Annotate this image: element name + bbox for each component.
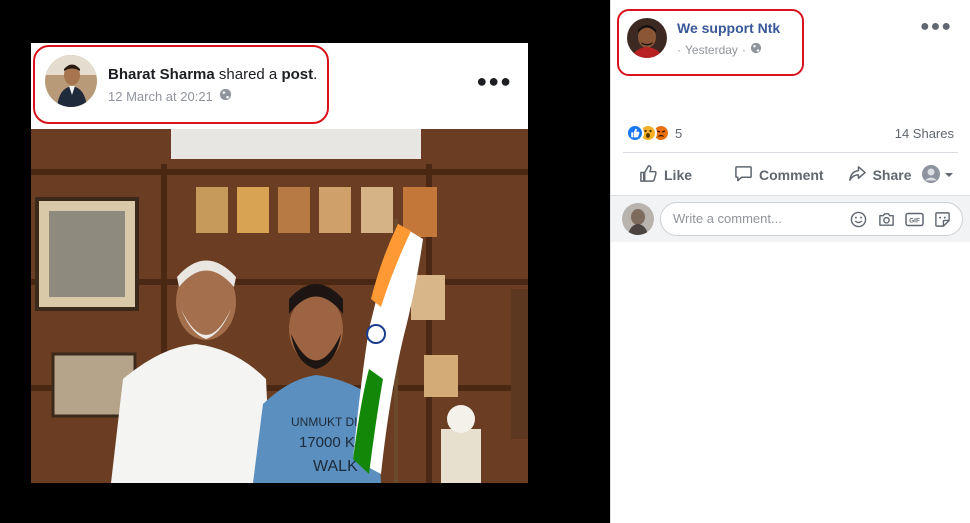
page-avatar[interactable] [627,18,667,58]
post-timestamp[interactable]: Yesterday [685,43,738,57]
comment-field[interactable]: GIF [660,202,963,236]
comment-composer: GIF [611,196,970,242]
title-punctuation: . [313,66,318,83]
share-button[interactable]: Share [848,164,912,186]
comment-input[interactable] [673,211,843,226]
meta-separator: · [677,42,681,57]
viewer-avatar [922,164,940,186]
globe-icon [750,42,762,57]
globe-icon [219,88,232,104]
reaction-count[interactable]: 5 [675,126,682,141]
share-icon [848,164,867,186]
post-as-selector[interactable] [922,164,954,186]
emoji-icon[interactable] [849,210,868,229]
shared-post-card: Bharat Sharma shared a post. 12 March at… [31,43,528,483]
chevron-down-icon [944,167,954,183]
camera-icon[interactable] [877,210,896,229]
thumbs-up-icon [639,164,658,186]
like-label: Like [664,167,693,183]
reactions-summary[interactable]: 5 [626,124,682,142]
author-avatar[interactable] [45,55,97,107]
shared-photo[interactable]: UNMUKT DIWA 17000 KM WALK [31,129,528,483]
more-options-icon[interactable]: ●●● [920,18,952,36]
comment-button[interactable]: Comment [734,164,824,186]
comment-tools: GIF [849,210,952,229]
comment-label: Comment [759,167,824,183]
shares-count[interactable]: 14 Shares [895,126,954,141]
shared-post-meta: 12 March at 20:21 [108,88,232,104]
meta-separator: · [741,42,746,57]
sticker-icon[interactable] [933,210,952,229]
photo-viewer: Bharat Sharma shared a post. 12 March at… [0,0,610,523]
like-button[interactable]: Like [639,164,692,186]
post-meta: · Yesterday · [677,42,762,57]
commenter-avatar [622,203,654,235]
shared-post-timestamp[interactable]: 12 March at 20:21 [108,89,213,104]
shared-text: shared a [218,66,278,83]
post-panel: We support Ntk · Yesterday · ●●● 5 14 Sh… [610,0,970,523]
shared-post-title: Bharat Sharma shared a post. [108,66,317,83]
comment-icon [734,164,753,186]
post-actions: Like Comment Share [623,157,958,193]
share-label: Share [872,167,912,183]
post-link[interactable]: post [281,66,313,83]
shared-post-header: Bharat Sharma shared a post. 12 March at… [31,43,528,129]
like-reaction-icon [626,124,644,142]
author-name[interactable]: Bharat Sharma [108,66,215,83]
page-name[interactable]: We support Ntk [677,20,780,36]
divider [623,152,958,153]
shirt-text: WALK [313,458,358,475]
gif-text: GIF [909,218,920,225]
more-options-icon[interactable]: ●●● [476,71,512,92]
gif-icon[interactable]: GIF [905,210,924,229]
